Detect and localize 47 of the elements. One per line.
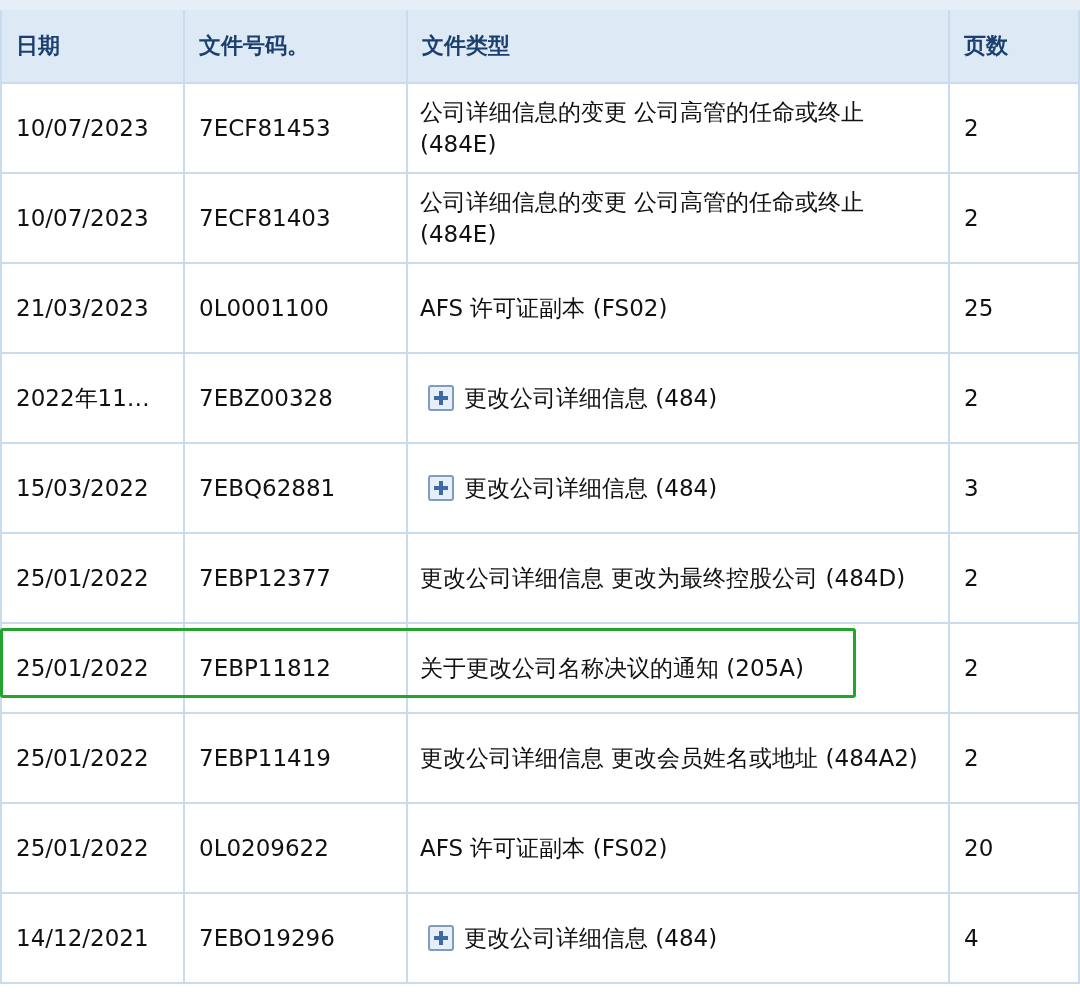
table-cell-text: 3: [964, 473, 979, 503]
table-cell-text: 4: [964, 923, 979, 953]
table-cell-text: 2: [964, 383, 979, 413]
table-cell-text: 7EBZ00328: [199, 383, 333, 413]
column-header: 页数: [950, 10, 1080, 84]
column-header: 文件号码。: [185, 10, 408, 84]
table-cell-text: 更改公司详细信息 更改会员姓名或地址 (484A2): [420, 743, 918, 773]
table-cell-text: 0L0001100: [199, 293, 329, 323]
expand-icon[interactable]: [428, 385, 454, 411]
table-cell-text: 10/07/2023: [16, 113, 149, 143]
table-cell-text: 15/03/2022: [16, 473, 149, 503]
table-cell-text: 更改公司详细信息 (484): [464, 473, 718, 503]
table-cell-text: 25: [964, 293, 994, 323]
table-cell-text: 25/01/2022: [16, 743, 149, 773]
table-cell-text: 更改公司详细信息 (484): [464, 383, 718, 413]
table-cell-text: 7EBP11812: [199, 653, 331, 683]
column-header: 文件类型: [408, 10, 950, 84]
table-cell-text: 10/07/2023: [16, 203, 149, 233]
table-cell-text: 0L0209622: [199, 833, 329, 863]
table-cell-text: 7EBP12377: [199, 563, 331, 593]
table-cell-text: AFS 许可证副本 (FS02): [420, 833, 668, 863]
table-cell-text: 2: [964, 653, 979, 683]
table-cell-text: 21/03/2023: [16, 293, 149, 323]
table-cell-text: 25/01/2022: [16, 563, 149, 593]
table-cell-text: 25/01/2022: [16, 833, 149, 863]
table-cell-text: 2: [964, 743, 979, 773]
table-cell-text: 2: [964, 203, 979, 233]
table-cell-text: 更改公司详细信息 (484): [464, 923, 718, 953]
table-cell-text: 20: [964, 833, 994, 863]
table-cell-text: 更改公司详细信息 更改为最终控股公司 (484D): [420, 563, 906, 593]
table-cell-text: 2: [964, 113, 979, 143]
table-cell-text: 25/01/2022: [16, 653, 149, 683]
expand-icon[interactable]: [428, 475, 454, 501]
table-cell-text: 7EBP11419: [199, 743, 331, 773]
table-cell-text: 公司详细信息的变更 公司高管的任命或终止 (484E): [420, 187, 866, 249]
table-cell-text: 2: [964, 563, 979, 593]
table-cell-text: 7EBO19296: [199, 923, 335, 953]
expand-icon[interactable]: [428, 925, 454, 951]
column-header: 日期: [0, 10, 185, 84]
table-cell-text: 14/12/2021: [16, 923, 149, 953]
table-cell-text: 7ECF81403: [199, 203, 331, 233]
table-cell-text: 关于更改公司名称决议的通知 (205A): [420, 653, 804, 683]
table-cell-text: AFS 许可证副本 (FS02): [420, 293, 668, 323]
table-cell-text: 2022年11…: [16, 383, 150, 413]
table-cell-text: 7EBQ62881: [199, 473, 336, 503]
table-cell-text: 公司详细信息的变更 公司高管的任命或终止 (484E): [420, 97, 866, 159]
table-cell-text: 7ECF81453: [199, 113, 331, 143]
